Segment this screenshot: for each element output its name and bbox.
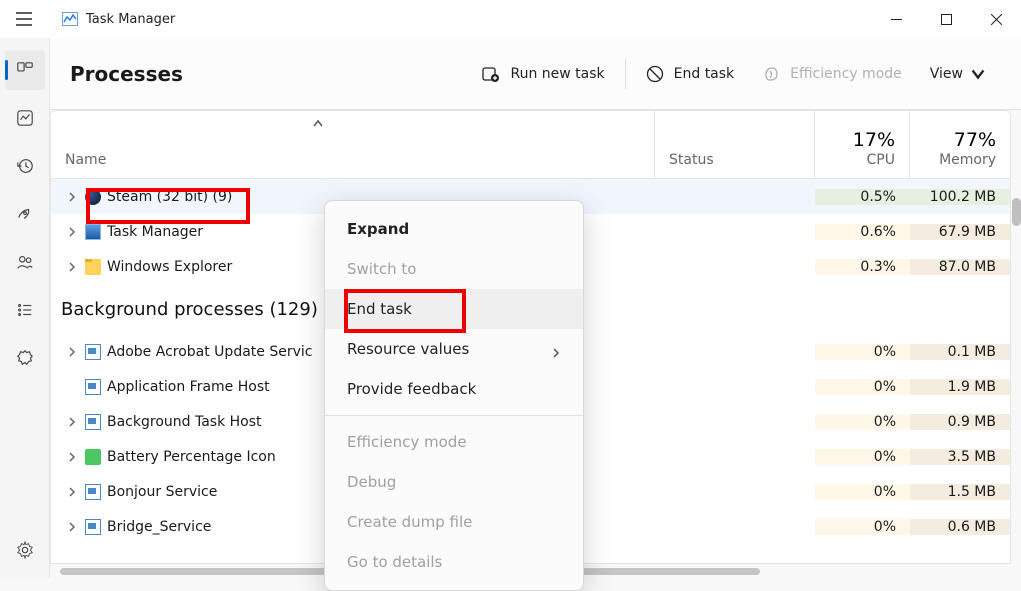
- nav-settings[interactable]: [5, 530, 45, 570]
- expand-chevron-icon[interactable]: [65, 347, 79, 357]
- expand-chevron-icon[interactable]: [65, 192, 79, 202]
- process-icon: [85, 414, 101, 430]
- process-cpu: 0%: [815, 344, 910, 360]
- nav-users[interactable]: [5, 242, 45, 282]
- process-mem: 1.5 MB: [910, 484, 1010, 500]
- run-new-task-button[interactable]: Run new task: [468, 57, 618, 91]
- table-header: Name Status 17% CPU 77% Memory: [51, 111, 1010, 179]
- process-name: Windows Explorer: [107, 259, 232, 275]
- col-status[interactable]: Status: [655, 111, 815, 178]
- chevron-right-icon: [551, 344, 561, 354]
- col-cpu-label: CPU: [867, 152, 895, 168]
- col-cpu[interactable]: 17% CPU: [815, 111, 910, 178]
- expand-chevron-icon[interactable]: [65, 452, 79, 462]
- divider: [625, 59, 626, 89]
- process-icon: [85, 519, 101, 535]
- process-cpu: 0.6%: [815, 224, 910, 240]
- maximize-button[interactable]: [921, 0, 971, 38]
- process-name: Bridge_Service: [107, 519, 211, 535]
- ctx-debug: Debug: [325, 462, 583, 502]
- process-mem: 67.9 MB: [910, 224, 1010, 240]
- group-label: Background processes (129): [61, 299, 318, 320]
- page-title: Processes: [70, 62, 183, 86]
- efficiency-mode-button: Efficiency mode: [748, 57, 916, 91]
- process-name: Task Manager: [107, 224, 203, 240]
- vertical-scrollbar[interactable]: [1012, 198, 1021, 226]
- hamburger-menu-button[interactable]: [0, 0, 48, 38]
- nav-processes[interactable]: [5, 50, 45, 90]
- process-cpu: 0%: [815, 484, 910, 500]
- process-name: Application Frame Host: [107, 379, 270, 395]
- view-dropdown[interactable]: View: [916, 57, 1001, 91]
- run-new-task-label: Run new task: [510, 66, 604, 82]
- process-mem: 1.9 MB: [910, 379, 1010, 395]
- process-icon: [85, 484, 101, 500]
- nav-details[interactable]: [5, 290, 45, 330]
- ctx-efficiency-mode: Efficiency mode: [325, 422, 583, 462]
- process-icon: [85, 189, 101, 205]
- sort-indicator-icon: [311, 117, 325, 131]
- process-cpu: 0%: [815, 414, 910, 430]
- app-icon: [62, 12, 78, 26]
- process-icon: [85, 344, 101, 360]
- titlebar: Task Manager: [0, 0, 1021, 38]
- process-name: Bonjour Service: [107, 484, 217, 500]
- process-mem: 0.1 MB: [910, 344, 1010, 360]
- process-name: Background Task Host: [107, 414, 262, 430]
- process-name: Battery Percentage Icon: [107, 449, 276, 465]
- col-status-label: Status: [669, 152, 714, 168]
- process-icon: [85, 259, 101, 275]
- process-cpu: 0%: [815, 379, 910, 395]
- ctx-resource-values[interactable]: Resource values: [325, 329, 583, 369]
- nav-rail: [0, 38, 50, 578]
- process-mem: 87.0 MB: [910, 259, 1010, 275]
- view-label: View: [930, 66, 963, 82]
- expand-chevron-icon[interactable]: [65, 522, 79, 532]
- minimize-button[interactable]: [871, 0, 921, 38]
- col-name[interactable]: Name: [51, 111, 655, 178]
- process-mem: 3.5 MB: [910, 449, 1010, 465]
- col-memory[interactable]: 77% Memory: [910, 111, 1010, 178]
- col-mem-label: Memory: [939, 152, 996, 168]
- mem-total: 77%: [954, 130, 996, 152]
- ctx-create-dump: Create dump file: [325, 502, 583, 542]
- process-cpu: 0%: [815, 449, 910, 465]
- ctx-provide-feedback[interactable]: Provide feedback: [325, 369, 583, 409]
- ctx-separator: [325, 415, 583, 416]
- expand-chevron-icon[interactable]: [65, 227, 79, 237]
- nav-performance[interactable]: [5, 98, 45, 138]
- cpu-total: 17%: [853, 130, 895, 152]
- ctx-end-task[interactable]: End task: [325, 289, 583, 329]
- end-task-button[interactable]: End task: [632, 57, 749, 91]
- process-cpu: 0.5%: [815, 189, 910, 205]
- process-name: Adobe Acrobat Update Servic: [107, 344, 312, 360]
- process-icon: [85, 449, 101, 465]
- efficiency-label: Efficiency mode: [790, 66, 902, 82]
- process-cpu: 0%: [815, 519, 910, 535]
- process-name: Steam (32 bit) (9): [107, 189, 232, 205]
- col-name-label: Name: [65, 152, 106, 168]
- ctx-switch-to: Switch to: [325, 249, 583, 289]
- ctx-expand[interactable]: Expand: [325, 209, 583, 249]
- process-cpu: 0.3%: [815, 259, 910, 275]
- ctx-go-to-details: Go to details: [325, 542, 583, 582]
- process-mem: 0.9 MB: [910, 414, 1010, 430]
- nav-startup[interactable]: [5, 194, 45, 234]
- process-mem: 0.6 MB: [910, 519, 1010, 535]
- process-icon: [85, 224, 101, 240]
- nav-history[interactable]: [5, 146, 45, 186]
- end-task-label: End task: [674, 66, 735, 82]
- app-title: Task Manager: [86, 12, 175, 27]
- process-icon: [85, 379, 101, 395]
- context-menu: Expand Switch to End task Resource value…: [324, 200, 584, 591]
- close-button[interactable]: [971, 0, 1021, 38]
- expand-chevron-icon[interactable]: [65, 262, 79, 272]
- header: Processes Run new task End task Efficien…: [50, 38, 1021, 110]
- nav-services[interactable]: [5, 338, 45, 378]
- process-mem: 100.2 MB: [910, 189, 1010, 205]
- expand-chevron-icon[interactable]: [65, 487, 79, 497]
- expand-chevron-icon[interactable]: [65, 417, 79, 427]
